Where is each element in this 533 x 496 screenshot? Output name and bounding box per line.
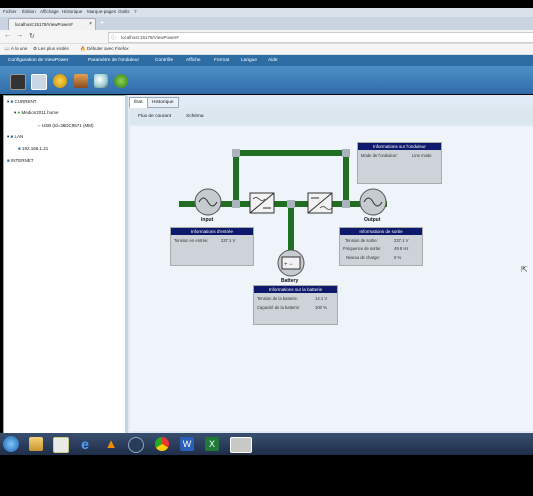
explorer-icon[interactable] (29, 437, 43, 451)
bypass-left-line (233, 150, 239, 206)
battery-info-box: Informations sur la batterie Tension de … (253, 285, 338, 325)
load-level-value: 0 % (394, 255, 402, 260)
input-info-title: Informations d'entrée (171, 228, 253, 235)
battery-line (288, 203, 294, 253)
output-voltage-value: 237.1 V (394, 238, 409, 243)
firefox-icon[interactable] (128, 437, 144, 453)
output-frequency-label: Fréquence de sortie: (343, 246, 382, 251)
media-center-icon[interactable] (53, 437, 69, 453)
screen-border (0, 455, 533, 496)
start-orb-icon[interactable] (3, 436, 19, 452)
bypass-top-line (233, 150, 349, 156)
mouse-cursor-icon: ⇱ (521, 265, 528, 274)
word-icon[interactable]: W (180, 437, 194, 451)
battery-voltage-value: 14.1 V (315, 296, 328, 301)
input-sine-icon (194, 188, 222, 216)
ups-mode-label: Mode de l'onduleur: (361, 153, 398, 158)
output-frequency-value: 49.8 Hz (394, 246, 409, 251)
bypass-right-line (343, 150, 349, 206)
ups-mode-value: Line mode (412, 153, 432, 158)
input-voltage-value: 237.1 V (221, 238, 236, 243)
input-info-box: Informations d'entrée Tension en entrée:… (170, 227, 254, 266)
output-label: Output (364, 217, 381, 223)
excel-icon[interactable]: X (205, 437, 219, 451)
ups-app-icon[interactable] (230, 437, 252, 453)
battery-capacity-value: 100 % (315, 305, 327, 310)
chrome-icon[interactable] (155, 437, 169, 451)
vlc-icon[interactable]: ▲ (104, 437, 118, 451)
ups-info-title: Informations sur l'onduleur (358, 143, 441, 150)
battery-icon: + − (277, 249, 305, 277)
input-label: Input (201, 217, 214, 223)
svg-text:+ −: + − (284, 262, 293, 268)
rectifier-icon (249, 192, 275, 214)
ie-icon[interactable]: e (78, 437, 92, 451)
ups-info-box: Informations sur l'onduleur Mode de l'on… (357, 142, 442, 184)
battery-voltage-label: Tension de la batterie: (257, 296, 298, 301)
output-info-box: Informations de sortie Tension de sortie… (339, 227, 423, 266)
input-voltage-label: Tension en entrée: (174, 238, 209, 243)
output-info-title: Informations de sortie (340, 228, 422, 235)
inverter-icon (307, 192, 333, 214)
output-voltage-label: Tension de sortie: (345, 238, 378, 243)
output-sine-icon (359, 188, 387, 216)
battery-info-title: Informations sur la batterie (254, 286, 337, 293)
battery-label: Battery (281, 278, 299, 284)
power-flow-diagram: + − (179, 149, 387, 277)
load-level-label: Niveau de charge: (346, 255, 380, 260)
battery-capacity-label: Capacité de la batterie: (257, 305, 301, 310)
